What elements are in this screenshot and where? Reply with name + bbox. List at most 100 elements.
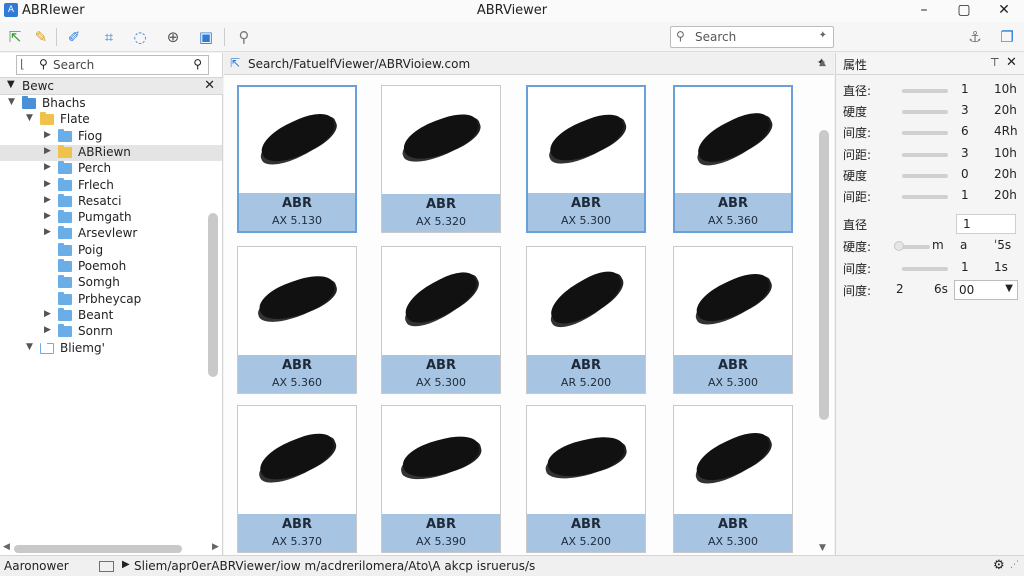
arrow-icon[interactable]: ⇱ <box>4 26 26 48</box>
folder-icon <box>58 307 72 321</box>
brush-card[interactable]: ABR AX 5.300 <box>673 246 793 394</box>
brush-card[interactable]: ABR AX 5.300 <box>526 85 646 233</box>
scroll-up-arrow-icon[interactable]: ▲ <box>819 58 826 68</box>
property-value[interactable]: 0 <box>961 167 969 181</box>
tree-item[interactable]: ▶ Beant <box>0 307 222 324</box>
tree-item[interactable]: ▶ Perch <box>0 161 222 177</box>
search-options-icon[interactable]: ✦ <box>819 30 827 41</box>
properties-title: 属性 <box>843 58 868 72</box>
left-search-input[interactable]: ⌊ ⚲ Search ⚲ <box>16 55 209 75</box>
hardness-slider-thumb[interactable] <box>894 241 904 251</box>
chevron-right-icon[interactable]: ▶ <box>44 179 51 189</box>
tree-item-label: Fiog <box>78 128 103 143</box>
tree-item[interactable]: ▶ Sonrn <box>0 324 222 340</box>
chevron-right-icon[interactable]: ▶ <box>44 227 51 237</box>
pencil-icon[interactable]: ✎ <box>30 26 52 48</box>
chevron-right-icon[interactable]: ▶ <box>44 309 51 319</box>
brush-card[interactable]: ABR AR 5.200 <box>526 246 646 394</box>
brush-card[interactable]: ABR AX 5.320 <box>381 85 501 233</box>
bubble-icon[interactable]: ◌ <box>129 26 151 48</box>
property-slider[interactable] <box>902 110 948 115</box>
collapse-icon[interactable]: ▼ <box>7 79 15 90</box>
property-value[interactable]: 3 <box>961 103 969 117</box>
property-value[interactable]: 1 <box>961 188 969 202</box>
property-slider[interactable] <box>902 89 948 93</box>
tree-item[interactable]: Poemoh <box>0 259 222 275</box>
calendar-icon[interactable]: ▣ <box>195 26 217 48</box>
gear-icon[interactable]: ⚙ <box>993 558 1005 573</box>
search-icon: ⚲ <box>676 29 685 43</box>
left-panel-header[interactable]: ▼ Bewc ✕ <box>0 77 223 95</box>
tree-item-label: Flate <box>60 112 90 127</box>
tree-item[interactable]: ▼ Flate <box>0 112 222 128</box>
pin-icon[interactable]: ⚓ <box>964 26 986 48</box>
magnifier-icon[interactable]: ⚲ <box>233 26 255 48</box>
brush-card[interactable]: ABR AX 5.360 <box>673 85 793 233</box>
chevron-right-icon[interactable]: ▶ <box>44 211 51 221</box>
brush-caption: ABR AX 5.360 <box>675 193 791 231</box>
property-value[interactable]: 1 <box>961 82 969 96</box>
brush-card[interactable]: ABR AX 5.300 <box>673 405 793 553</box>
tree-item[interactable]: ▼ Bhachs <box>0 96 222 112</box>
hardness-value: a <box>960 238 968 252</box>
chevron-right-icon[interactable]: ▶ <box>44 146 51 156</box>
copy-icon[interactable]: ❐ <box>996 26 1018 48</box>
brush-card[interactable]: ABR AX 5.200 <box>526 405 646 553</box>
top-search-input[interactable]: ⚲ Search ✦ <box>670 26 834 48</box>
property-slider[interactable] <box>902 152 948 157</box>
brush-icon[interactable]: ✐ <box>63 26 85 48</box>
tree-item[interactable]: ▼ Bliemg' <box>0 341 222 357</box>
chevron-down-icon[interactable]: ▼ <box>8 97 15 107</box>
property-value[interactable]: 6 <box>961 124 969 138</box>
close-panel-icon[interactable]: ✕ <box>1006 55 1017 70</box>
brush-card[interactable]: ABR AX 5.300 <box>381 246 501 394</box>
scroll-down-arrow-icon[interactable]: ▼ <box>819 543 826 553</box>
tree-item[interactable]: ▶ Arsevlewr <box>0 226 222 242</box>
spacing2-select[interactable]: 00 ▼ <box>954 280 1018 300</box>
diameter-input[interactable]: 1 <box>956 214 1016 234</box>
property-value[interactable]: 3 <box>961 146 969 160</box>
tree-item[interactable]: Prbheycap <box>0 291 222 308</box>
resize-grip-icon[interactable]: ⋰ <box>1010 560 1019 570</box>
property-slider[interactable] <box>902 173 948 178</box>
tree-item-label: Somgh <box>78 275 120 290</box>
brush-card[interactable]: ABR AX 5.390 <box>381 405 501 553</box>
tree-item[interactable]: ▶ Fiog <box>0 128 222 145</box>
up-arrow-icon[interactable]: ⇱ <box>230 56 240 70</box>
property-slider[interactable] <box>902 131 948 136</box>
minimize-button[interactable]: – <box>904 0 944 22</box>
tree-item[interactable]: ▶ Frlech <box>0 177 222 194</box>
tree-item[interactable]: Somgh <box>0 275 222 291</box>
brush-card[interactable]: ABR AX 5.370 <box>237 405 357 553</box>
close-button[interactable]: ✕ <box>984 0 1024 22</box>
chevron-down-icon[interactable]: ▼ <box>26 342 33 352</box>
left-vertical-scrollbar[interactable] <box>208 213 218 377</box>
tree-item[interactable]: Poig <box>0 242 222 259</box>
tree-item[interactable]: ▶ Pumgath <box>0 210 222 226</box>
current-path[interactable]: Search/FatuelfViewer/ABRVioiew.com <box>248 57 470 71</box>
brush-card[interactable]: ABR AX 5.360 <box>237 246 357 394</box>
chevron-down-icon[interactable]: ▼ <box>26 113 33 123</box>
left-panel-title: Bewc <box>22 79 55 93</box>
chevron-right-icon[interactable]: ▶ <box>44 130 51 140</box>
pin-icon[interactable]: ⊤ <box>990 56 1000 69</box>
tree-item[interactable]: ▶ ABRiewn <box>0 144 222 161</box>
center-vertical-scrollbar[interactable] <box>819 130 829 420</box>
tree-item[interactable]: ▶ Resatci <box>0 193 222 210</box>
spacing-row: 间度: 1 1s <box>836 258 1024 278</box>
zoom-icon[interactable]: ⊕ <box>162 26 184 48</box>
maximize-button[interactable]: ▢ <box>944 0 984 22</box>
hardness-slider[interactable] <box>902 245 930 249</box>
chevron-right-icon[interactable]: ▶ <box>44 195 51 205</box>
lasso-icon[interactable]: ⌗ <box>98 26 120 48</box>
scroll-left-arrow-icon[interactable]: ◀ <box>3 542 10 552</box>
scroll-right-arrow-icon[interactable]: ▶ <box>212 542 219 552</box>
close-panel-icon[interactable]: ✕ <box>204 78 215 93</box>
search-submit-icon[interactable]: ⚲ <box>193 57 202 71</box>
brush-card[interactable]: ABR AX 5.130 <box>237 85 357 233</box>
left-horizontal-scrollbar[interactable] <box>14 545 182 553</box>
property-slider[interactable] <box>902 195 948 199</box>
chevron-right-icon[interactable]: ▶ <box>44 325 51 335</box>
spacing-slider[interactable] <box>902 267 948 271</box>
chevron-right-icon[interactable]: ▶ <box>44 162 51 172</box>
